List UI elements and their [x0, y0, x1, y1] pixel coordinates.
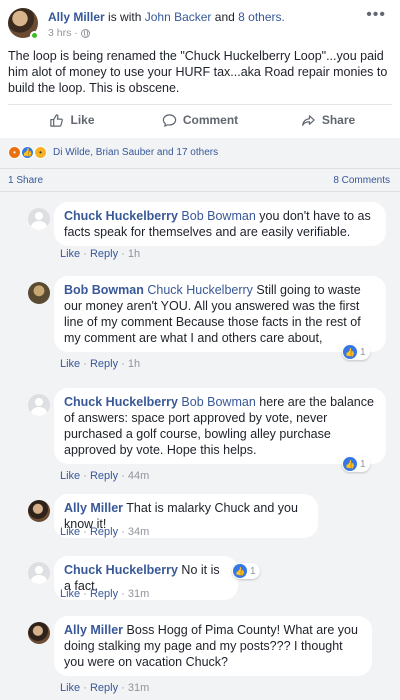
- comment-count[interactable]: 8 Comments: [333, 175, 390, 186]
- share-count[interactable]: 1 Share: [8, 175, 43, 186]
- comment-reply-link[interactable]: Reply: [90, 470, 118, 482]
- comment-actions: Like · Reply · 1h: [60, 358, 141, 370]
- comment-time[interactable]: 44m: [128, 470, 149, 482]
- comment-like-link[interactable]: Like: [60, 248, 80, 260]
- comment-like-link[interactable]: Like: [60, 588, 80, 600]
- commenter-avatar[interactable]: [28, 282, 50, 304]
- comment-reaction-badge[interactable]: 👍 1: [342, 456, 370, 472]
- comment-author[interactable]: Chuck Huckelberry: [64, 395, 178, 409]
- comment-author[interactable]: Ally Miller: [64, 501, 123, 515]
- comment-mention[interactable]: Chuck Huckelberry: [147, 283, 253, 297]
- comment-author[interactable]: Chuck Huckelberry: [64, 563, 178, 577]
- haha-reaction-icon: •: [34, 146, 47, 159]
- comment-like-link[interactable]: Like: [60, 526, 80, 538]
- comment-like-link[interactable]: Like: [60, 470, 80, 482]
- comment-actions: Like · Reply · 31m: [60, 588, 150, 600]
- comment-item: Ally Miller That is malarky Chuck and yo…: [28, 494, 392, 540]
- like-reaction-icon: 👍: [343, 457, 357, 471]
- angry-reaction-icon: •: [8, 146, 21, 159]
- comment-reply-link[interactable]: Reply: [90, 588, 118, 600]
- comment-reaction-badge[interactable]: 👍 1: [342, 344, 370, 360]
- post-meta: 3 hrs ·: [48, 27, 90, 39]
- globe-icon[interactable]: [80, 28, 90, 38]
- comment-reply-link[interactable]: Reply: [90, 248, 118, 260]
- comment-author[interactable]: Ally Miller: [64, 623, 123, 637]
- comment-item: Chuck Huckelberry No it is a fact. 👍 1 L…: [28, 556, 392, 602]
- counts-row: 1 Share 8 Comments: [0, 168, 400, 192]
- like-reaction-icon: 👍: [233, 564, 247, 578]
- author-name[interactable]: Ally Miller: [48, 10, 105, 24]
- comment-like-link[interactable]: Like: [60, 682, 80, 694]
- tagged-others[interactable]: 8 others.: [238, 10, 285, 24]
- reactions-summary[interactable]: • 👍 • Di Wilde, Brian Sauber and 17 othe…: [8, 146, 218, 159]
- comment-author[interactable]: Bob Bowman: [64, 283, 144, 297]
- comment-actions: Like · Reply · 31m: [60, 682, 150, 694]
- tagged-person[interactable]: John Backer: [145, 10, 212, 24]
- comment-item: Chuck Huckelberry Bob Bowman here are th…: [28, 388, 392, 488]
- commenter-avatar[interactable]: [28, 622, 50, 644]
- comment-time[interactable]: 31m: [128, 682, 149, 694]
- comment-reaction-count: 1: [360, 458, 366, 470]
- online-status-icon: [30, 31, 39, 40]
- comment-bubble: Chuck Huckelberry Bob Bowman you don't h…: [54, 202, 386, 246]
- comment-bubble: Bob Bowman Chuck Huckelberry Still going…: [54, 276, 386, 352]
- like-reaction-icon: 👍: [21, 146, 34, 159]
- like-reaction-icon: 👍: [343, 345, 357, 359]
- commenter-avatar[interactable]: [28, 208, 50, 230]
- reactions-text[interactable]: Di Wilde, Brian Sauber and 17 others: [53, 147, 218, 158]
- comment-mention[interactable]: Bob Bowman: [181, 209, 255, 223]
- comment-bubble: Chuck Huckelberry Bob Bowman here are th…: [54, 388, 386, 464]
- divider: [8, 104, 392, 105]
- comment-item: Bob Bowman Chuck Huckelberry Still going…: [28, 276, 392, 376]
- share-button[interactable]: Share: [264, 106, 392, 134]
- meta-separator: ·: [74, 27, 78, 39]
- comment-reaction-count: 1: [360, 346, 366, 358]
- post-heading: Ally Miller is with John Backer and 8 ot…: [48, 10, 285, 24]
- comment-item: Chuck Huckelberry Bob Bowman you don't h…: [28, 202, 392, 264]
- more-horizontal-icon[interactable]: •••: [366, 6, 386, 24]
- post-header: Ally Miller is with John Backer and 8 ot…: [6, 6, 394, 40]
- commenter-avatar[interactable]: [28, 562, 50, 584]
- comment-actions: Like · Reply · 34m: [60, 526, 150, 538]
- comment-reaction-badge[interactable]: 👍 1: [232, 563, 260, 579]
- comment-author[interactable]: Chuck Huckelberry: [64, 209, 178, 223]
- comment-button[interactable]: Comment: [136, 106, 264, 134]
- comment-reply-link[interactable]: Reply: [90, 526, 118, 538]
- comment-reply-link[interactable]: Reply: [90, 358, 118, 370]
- comment-mention[interactable]: Bob Bowman: [181, 395, 255, 409]
- comment-time[interactable]: 31m: [128, 588, 149, 600]
- like-button[interactable]: Like: [8, 106, 136, 134]
- commenter-avatar[interactable]: [28, 500, 50, 522]
- with-text: is with: [108, 10, 142, 24]
- comment-time[interactable]: 1h: [128, 248, 140, 260]
- comment-like-link[interactable]: Like: [60, 358, 80, 370]
- share-arrow-icon: [301, 114, 315, 126]
- like-label: Like: [70, 113, 95, 127]
- comment-actions: Like · Reply · 44m: [60, 470, 150, 482]
- and-text: and: [214, 10, 235, 24]
- facebook-post: Ally Miller is with John Backer and 8 ot…: [0, 0, 400, 700]
- comment-bubble: Ally Miller Boss Hogg of Pima County! Wh…: [54, 616, 372, 676]
- comment-time[interactable]: 34m: [128, 526, 149, 538]
- comment-icon: [162, 113, 177, 127]
- commenter-avatar[interactable]: [28, 394, 50, 416]
- comment-item: Ally Miller Boss Hogg of Pima County! Wh…: [28, 616, 392, 700]
- post-body: The loop is being renamed the "Chuck Huc…: [8, 49, 388, 95]
- comments-section: • 👍 • Di Wilde, Brian Sauber and 17 othe…: [0, 138, 400, 700]
- post-time[interactable]: 3 hrs: [48, 27, 71, 39]
- comment-reply-link[interactable]: Reply: [90, 682, 118, 694]
- comment-actions: Like · Reply · 1h: [60, 248, 141, 260]
- thumbs-up-icon: [50, 113, 64, 127]
- comment-time[interactable]: 1h: [128, 358, 140, 370]
- share-label: Share: [321, 113, 356, 127]
- post-action-bar: Like Comment Share: [8, 106, 392, 134]
- comment-label: Comment: [182, 113, 239, 127]
- comment-reaction-count: 1: [250, 565, 256, 577]
